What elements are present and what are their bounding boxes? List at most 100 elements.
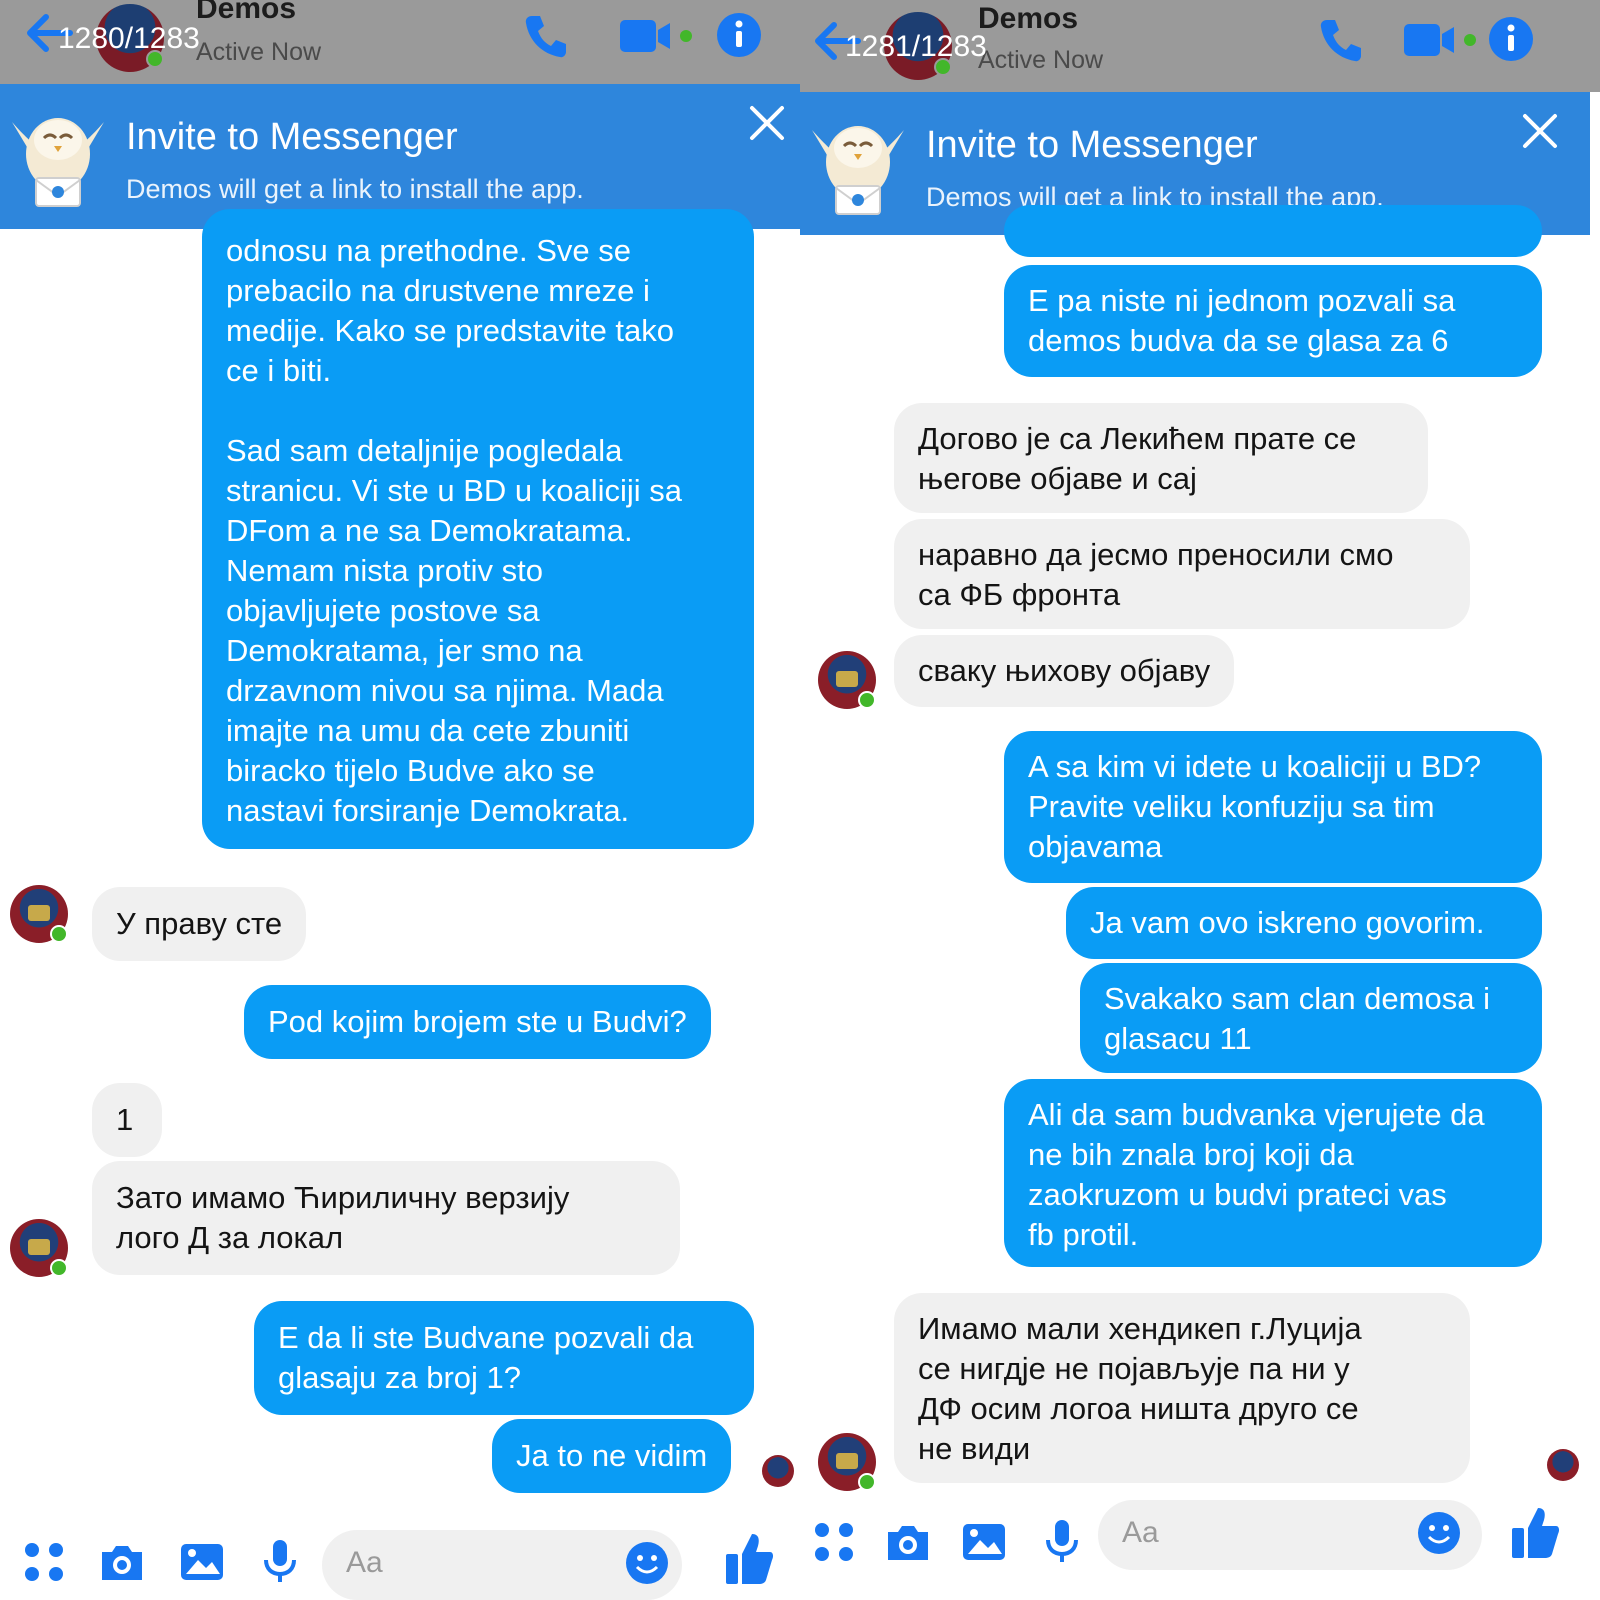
message-bubble-outgoing: [1004, 205, 1542, 257]
message-text-line: Svakako sam clan demosa i: [1104, 981, 1490, 1016]
message-text-line: Nemam nista protiv sto: [226, 553, 543, 588]
invite-title: Invite to Messenger: [126, 116, 458, 158]
thumbs-up-icon[interactable]: [1510, 1504, 1560, 1560]
message-text-line: E da li ste Budvane pozvali da: [278, 1320, 694, 1355]
camera-icon[interactable]: [884, 1518, 932, 1566]
conversation-header: Demos Active Now 1280/1283: [0, 0, 800, 84]
emoji-icon[interactable]: [1416, 1510, 1462, 1556]
message-text-line: A sa kim vi idete u koaliciji u BD?: [1028, 749, 1482, 784]
close-icon[interactable]: [742, 98, 792, 148]
contact-status: Active Now: [196, 38, 322, 66]
message-bubble-incoming[interactable]: 1: [92, 1083, 162, 1157]
message-input[interactable]: Aa: [1098, 1500, 1482, 1570]
apps-grid-icon[interactable]: [810, 1518, 858, 1566]
message-bubble-incoming[interactable]: Имамо мали хендикеп г.Луција се нигдје не…: [894, 1293, 1470, 1483]
contact-name[interactable]: Demos: [978, 2, 1078, 36]
messenger-screen-right: Demos Active Now 1281/1283 Invite to Mes…: [800, 0, 1600, 1600]
contact-avatar[interactable]: [10, 1219, 68, 1277]
message-bubble-outgoing[interactable]: Ali da sam budvanka vjerujete da ne bih z…: [1004, 1079, 1542, 1267]
message-text-line: prebacilo na drustvene mreze i: [226, 273, 650, 308]
message-text-line: Ali da sam budvanka vjerujete da: [1028, 1097, 1485, 1132]
info-icon[interactable]: [714, 10, 764, 60]
message-bubble-outgoing[interactable]: Ja to ne vidim: [492, 1419, 732, 1493]
thumbs-up-icon[interactable]: [724, 1530, 774, 1586]
message-text-line: Sad sam detaljnije pogledala: [226, 433, 623, 468]
message-bubble-outgoing[interactable]: E pa niste ni jednom pozvali sa demos bud…: [1004, 265, 1542, 377]
phone-icon[interactable]: [1315, 14, 1367, 66]
video-camera-icon[interactable]: [1400, 14, 1480, 66]
message-text-line: Ja vam ovo iskreno govorim.: [1090, 905, 1485, 940]
message-bubble-outgoing[interactable]: A sa kim vi idete u koaliciji u BD? Pravi…: [1004, 731, 1542, 883]
video-camera-icon[interactable]: [616, 10, 696, 62]
message-text-line: nastavi forsiranje Demokrata.: [226, 793, 630, 828]
message-bubble-incoming[interactable]: У праву сте: [92, 887, 307, 961]
message-text-line: ce i biti.: [226, 353, 332, 388]
message-bubble-incoming[interactable]: наравно да јесмо преносили смо са ФБ фрон…: [894, 519, 1470, 629]
message-bubble-outgoing[interactable]: Svakako sam clan demosa i glasacu 11: [1080, 963, 1542, 1073]
message-text-line: Имамо мали хендикеп г.Луција: [918, 1311, 1362, 1346]
message-text-line: objavljujete postove sa: [226, 593, 540, 628]
message-text-line: odnosu na prethodne. Sve se: [226, 233, 632, 268]
message-text-line: biracko tijelo Budve ako se: [226, 753, 595, 788]
microphone-icon[interactable]: [1038, 1518, 1086, 1566]
gallery-icon[interactable]: [178, 1538, 226, 1586]
message-list: E pa niste ni jednom pozvali sa demos bud…: [800, 205, 1590, 1515]
message-input-placeholder: Aa: [1122, 1516, 1159, 1549]
info-icon[interactable]: [1486, 14, 1536, 64]
message-bubble-incoming[interactable]: Зато имамо Ћириличну верзију лого Д за ло…: [92, 1161, 680, 1275]
message-text-line: glasaju za broj 1?: [278, 1360, 521, 1395]
message-text-line: његове објаве и сај: [918, 461, 1197, 496]
messenger-screen-left: Demos Active Now 1280/1283 Invite to Mes…: [0, 0, 800, 1600]
message-text-line: са ФБ фронта: [918, 577, 1121, 612]
message-text-line: [226, 391, 730, 431]
contact-avatar[interactable]: [818, 1433, 876, 1491]
message-text-line: fb protil.: [1028, 1217, 1139, 1252]
owl-mascot-icon: [12, 118, 104, 207]
message-text-line: imajte na umu da cete zbuniti: [226, 713, 630, 748]
message-text-line: ne bih znala broj koji da: [1028, 1137, 1354, 1172]
invite-subtitle: Demos will get a link to install the app…: [126, 174, 584, 204]
message-text-line: glasacu 11: [1104, 1021, 1252, 1056]
message-bubble-outgoing[interactable]: Pod kojim brojem ste u Budvi?: [244, 985, 711, 1059]
owl-mascot-icon: [812, 126, 904, 215]
seen-receipt-avatar: [1547, 1449, 1579, 1481]
message-text-line: Pravite veliku konfuziju sa tim: [1028, 789, 1435, 824]
message-text-line: E pa niste ni jednom pozvali sa: [1028, 283, 1456, 318]
message-text-line: medije. Kako se predstavite tako: [226, 313, 675, 348]
message-text-line: stranicu. Vi ste u BD u koaliciji sa: [226, 473, 683, 508]
contact-avatar[interactable]: [818, 651, 876, 709]
message-composer: Aa: [0, 1520, 800, 1600]
image-counter: 1281/1283: [845, 30, 987, 63]
message-bubble-outgoing[interactable]: Ja vam ovo iskreno govorim.: [1066, 887, 1542, 959]
message-bubble-outgoing[interactable]: E da li ste Budvane pozvali da glasaju za…: [254, 1301, 754, 1415]
contact-name[interactable]: Demos: [196, 0, 296, 26]
gallery-icon[interactable]: [960, 1518, 1008, 1566]
message-text-line: лого Д за локал: [116, 1220, 344, 1255]
message-input[interactable]: Aa: [322, 1530, 682, 1600]
message-text-line: 1: [116, 1102, 134, 1137]
message-text-line: не види: [918, 1431, 1031, 1466]
message-bubble-incoming[interactable]: сваку њихову објаву: [894, 635, 1235, 707]
message-text-line: zaokruzom u budvi prateci vas: [1028, 1177, 1447, 1212]
message-composer: Aa: [800, 1500, 1590, 1580]
close-icon[interactable]: [1515, 106, 1565, 156]
camera-icon[interactable]: [98, 1538, 146, 1586]
phone-icon[interactable]: [520, 10, 572, 62]
invite-banner[interactable]: Invite to Messenger Demos will get a lin…: [0, 84, 800, 229]
invite-title: Invite to Messenger: [926, 124, 1258, 166]
emoji-icon[interactable]: [624, 1540, 670, 1586]
message-bubble-outgoing[interactable]: odnosu na prethodne. Sve se prebacilo na …: [202, 209, 754, 849]
message-text-line: drzavnom nivou sa njima. Mada: [226, 673, 664, 708]
message-text-line: objavama: [1028, 829, 1163, 864]
message-text-line: Pod kojim brojem ste u Budvi?: [268, 1004, 687, 1039]
contact-avatar[interactable]: [10, 885, 68, 943]
microphone-icon[interactable]: [256, 1538, 304, 1586]
message-text-line: demos budva da se glasa za 6: [1028, 323, 1449, 358]
message-bubble-incoming[interactable]: Догово је са Лекићем прате се његове обја…: [894, 403, 1428, 513]
apps-grid-icon[interactable]: [20, 1538, 68, 1586]
message-text-line: Догово је са Лекићем прате се: [918, 421, 1357, 456]
message-text-line: наравно да јесмо преносили смо: [918, 537, 1394, 572]
message-text-line: сваку њихову објаву: [918, 653, 1211, 688]
message-text-line: Зато имамо Ћириличну верзију: [116, 1180, 570, 1215]
message-text-line: се нигдје не појављује па ни у: [918, 1351, 1350, 1386]
